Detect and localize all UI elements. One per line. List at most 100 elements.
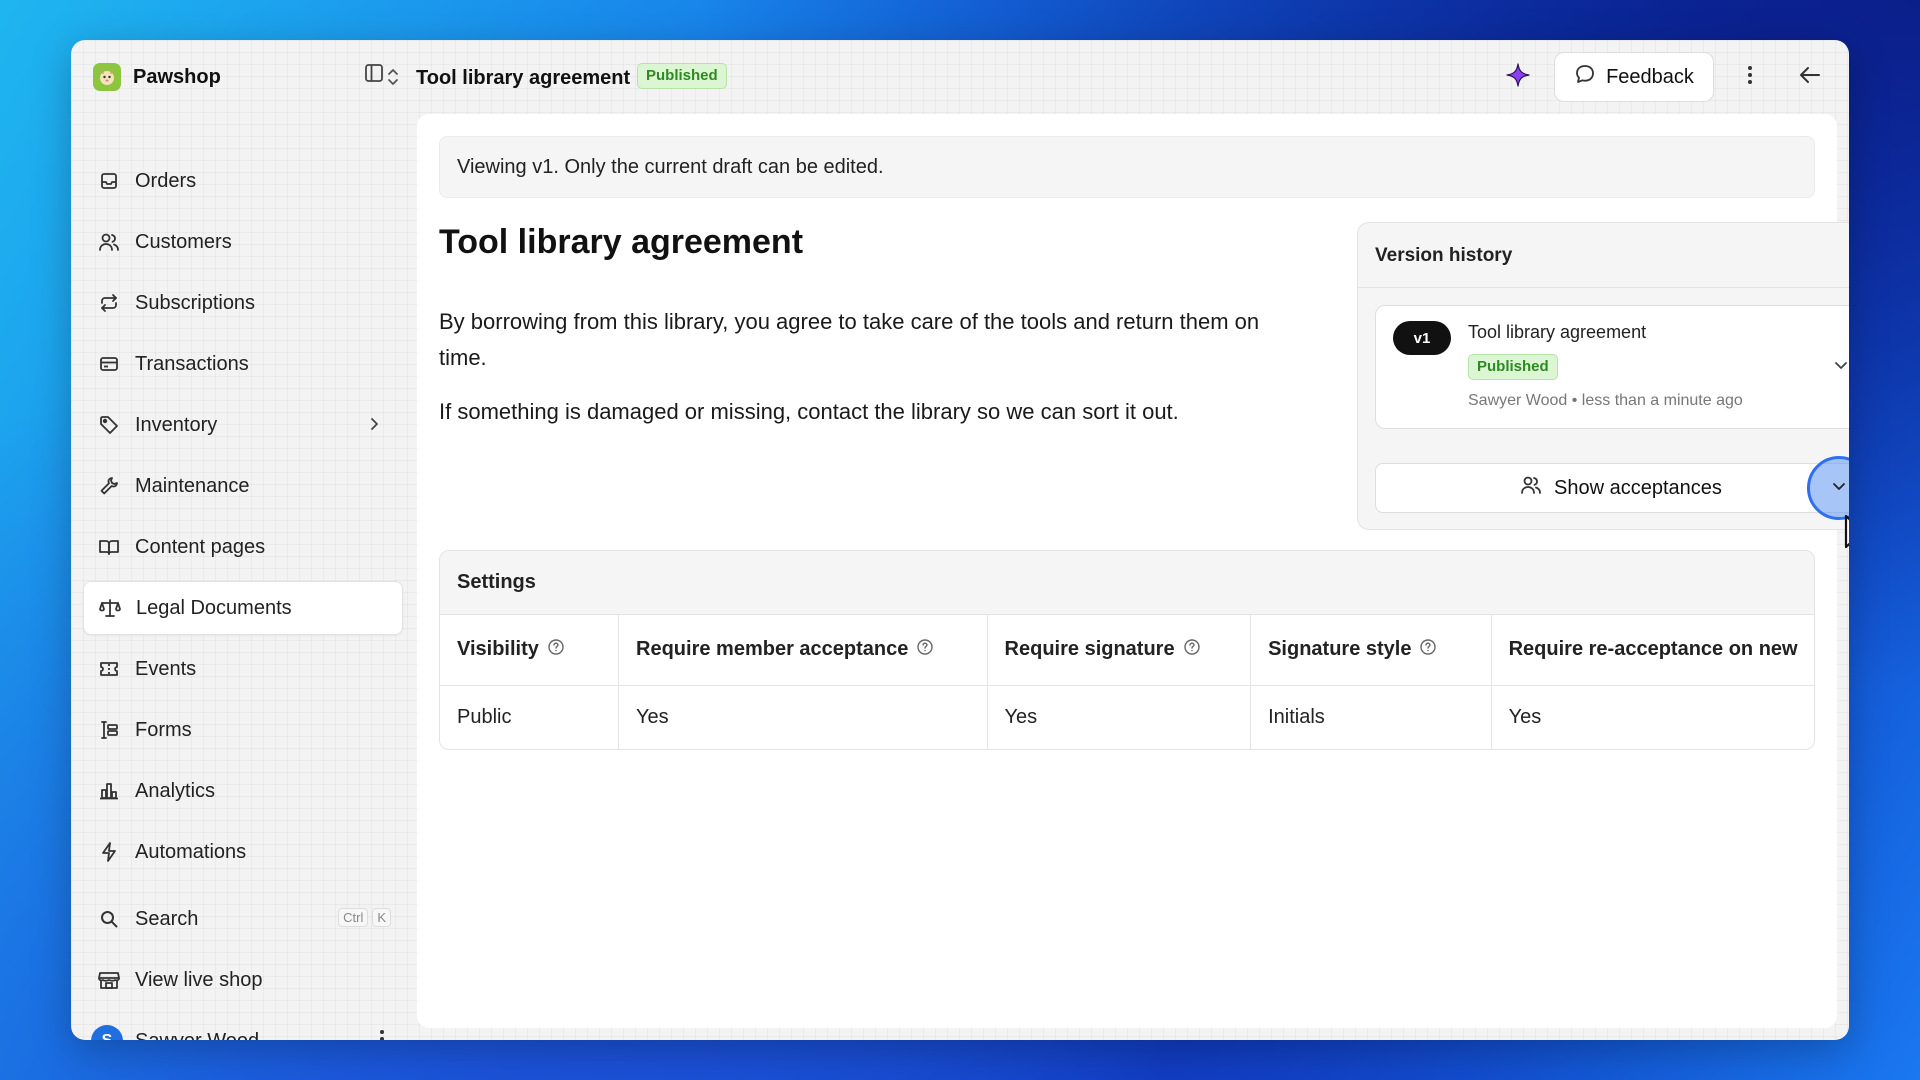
sidebar-item-automations[interactable]: Automations [83,825,403,879]
divider [1358,287,1849,288]
shortcut-k-key: K [372,908,391,927]
sidebar-item-content-pages[interactable]: Content pages [83,520,403,574]
chevron-down-icon[interactable] [1832,356,1849,379]
sidebar-search[interactable]: Search Ctrl K [83,892,403,946]
search-shortcut: Ctrl K [338,908,391,927]
sidebar-item-maintenance[interactable]: Maintenance [83,459,403,513]
sidebar-item-label: Automations [135,840,247,863]
version-name: Tool library agreement [1468,322,1647,342]
feedback-button[interactable]: Feedback [1554,52,1714,102]
shop-name: Pawshop [133,65,221,88]
help-circle-icon[interactable] [1419,638,1437,662]
sidebar-item-label: Transactions [135,352,249,375]
top-bar: Pawshop Tool library agreement Published… [71,40,1849,112]
user-name: Sawyer Wood [135,1030,259,1041]
column-header: Require signature [987,615,1252,686]
tag-icon [97,413,121,437]
shop-switcher[interactable]: Pawshop [93,60,403,94]
more-vertical-icon [1747,64,1753,91]
sidebar-item-events[interactable]: Events [83,642,403,696]
storefront-icon [97,968,121,992]
avatar: S [91,1025,123,1040]
show-acceptances-button[interactable]: Show acceptances [1375,463,1849,513]
book-icon [97,535,121,559]
sidebar-item-label: Subscriptions [135,291,256,314]
sidebar-item-inventory[interactable]: Inventory [83,398,403,452]
chevron-up-down-icon[interactable] [383,66,403,93]
column-header-label: Require re-acceptance on new [1508,638,1798,661]
version-card[interactable]: v1 Tool library agreement Published Sawy… [1375,305,1849,429]
view-live-shop-link[interactable]: View live shop [83,953,403,1007]
version-status-badge: Published [1468,354,1558,380]
shortcut-ctrl-key: Ctrl [338,908,369,927]
document-body: By borrowing from this library, you agre… [439,304,1269,448]
sidebar-item-transactions[interactable]: Transactions [83,337,403,391]
table-header-row: Visibility Require member acceptance Req… [440,615,1814,686]
sidebar-item-legal-documents[interactable]: Legal Documents [83,581,403,635]
wrench-icon [97,474,121,498]
main-content: Viewing v1. Only the current draft can b… [417,114,1849,1028]
form-icon [97,718,121,742]
mouse-cursor-icon [1843,514,1849,561]
sidebar-item-label: Forms [135,718,192,741]
sidebar-item-label: Analytics [135,779,216,802]
column-header-label: Visibility [457,638,539,661]
chevron-down-icon [1830,477,1848,500]
search-icon [97,907,121,931]
users-icon [1520,475,1554,501]
help-circle-icon[interactable] [547,638,565,662]
sidebar-item-label: Legal Documents [136,596,292,619]
more-vertical-icon[interactable] [379,1028,385,1040]
show-acceptances-label: Show acceptances [1554,476,1722,499]
sidebar-item-label: Customers [135,230,232,253]
sparkle-icon [1505,62,1531,93]
shop-logo [93,63,121,91]
bolt-icon [97,840,121,864]
sidebar-item-label: Events [135,657,197,680]
sidebar-item-customers[interactable]: Customers [83,215,403,269]
column-header-label: Require member acceptance [636,638,909,661]
table-cell: Yes [1508,705,1542,728]
more-options-button[interactable] [1735,62,1765,92]
help-circle-icon[interactable] [1183,638,1201,662]
column-header: Signature style [1250,615,1492,686]
ai-assistant-button[interactable] [1501,60,1535,94]
sidebar-toggle-icon[interactable] [363,62,385,89]
column-header-label: Signature style [1268,638,1412,661]
back-button[interactable] [1795,62,1825,92]
version-meta: Sawyer Wood • less than a minute ago [1468,392,1743,409]
view-live-shop-label: View live shop [135,968,263,991]
user-menu[interactable]: S Sawyer Wood [83,1014,403,1040]
sidebar-item-label: Maintenance [135,474,250,497]
sidebar-item-orders[interactable]: Orders [83,154,403,208]
document-paragraph: If something is damaged or missing, cont… [439,399,1179,424]
sidebar-item-label: Inventory [135,413,218,436]
table-cell: Public [440,685,620,749]
feedback-label: Feedback [1606,65,1694,88]
chat-bubble-icon [1574,63,1606,91]
inbox-icon [97,169,121,193]
users-icon [97,230,121,254]
document-paragraph: By borrowing from this library, you agre… [439,309,1260,370]
version-history-panel: Version history v1 Tool library agreemen… [1357,222,1849,530]
sidebar-item-label: Orders [135,169,197,192]
version-notice: Viewing v1. Only the current draft can b… [439,136,1815,198]
chevron-right-icon[interactable] [369,414,381,440]
column-header: Require re-acceptance on new [1491,615,1814,686]
status-badge: Published [637,63,727,89]
arrow-left-icon [1798,64,1822,91]
sidebar-item-subscriptions[interactable]: Subscriptions [83,276,403,330]
table-cell: Yes [618,685,988,749]
repeat-icon [97,291,121,315]
settings-title: Settings [440,551,1814,615]
scale-icon [98,596,122,620]
help-circle-icon[interactable] [916,638,934,662]
column-header: Visibility [440,615,620,686]
search-label: Search [135,907,199,930]
table-cell: Initials [1250,685,1492,749]
sidebar: Orders Customers Subscriptions Transacti… [83,120,405,1040]
sidebar-item-analytics[interactable]: Analytics [83,764,403,818]
sidebar-item-forms[interactable]: Forms [83,703,403,757]
settings-table: Visibility Require member acceptance Req… [440,615,1814,749]
column-header: Require member acceptance [618,615,988,686]
